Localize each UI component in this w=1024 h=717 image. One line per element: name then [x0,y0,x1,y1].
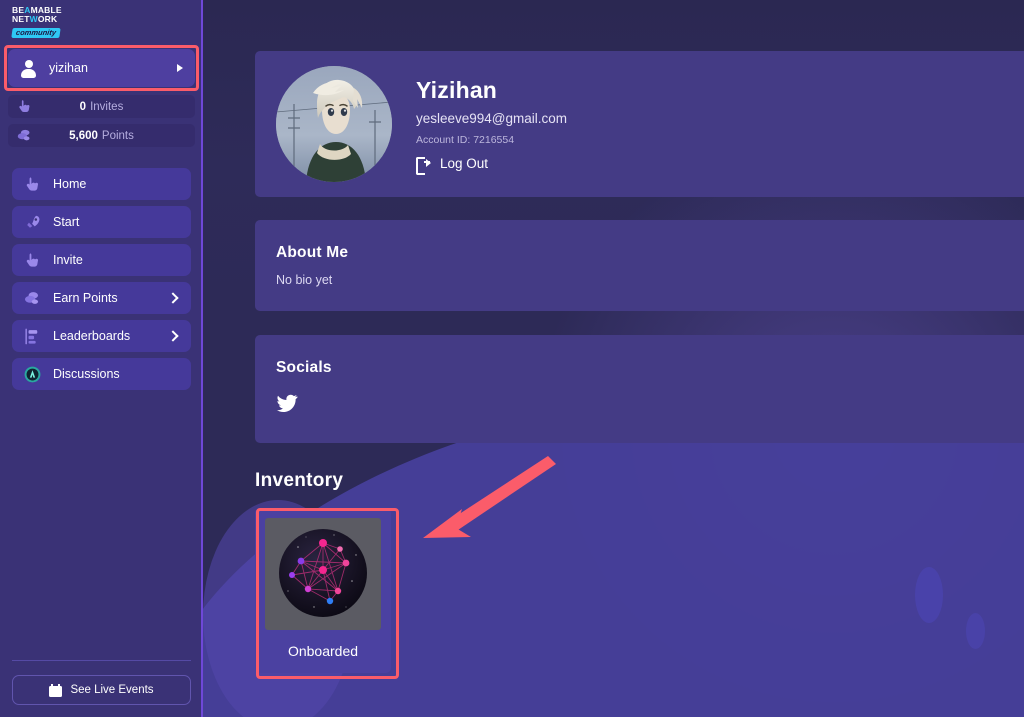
sidebar-item-label: Start [53,215,80,229]
inventory-section: Inventory Onboarded [203,470,1024,679]
stat-points[interactable]: 5,600 Points [8,124,195,147]
sidebar-user-row-wrapper: yizihan [4,45,199,91]
inventory-grid: Onboarded [255,508,1024,679]
sidebar-user-name: yizihan [49,61,88,75]
stat-invites-value: 0 [79,100,87,113]
logo-line-2: NETWORK [12,13,58,24]
sidebar-stats: 0 Invites 5,600 Points [8,95,195,147]
sidebar-item-start[interactable]: Start [12,206,191,238]
podium-icon [23,327,42,346]
profile-card: Yizihan yesleeve994@gmail.com Account ID… [255,51,1024,197]
main-content: Yizihan yesleeve994@gmail.com Account ID… [203,0,1024,717]
brand-logo[interactable]: BEAMABLE NETWORK community [0,0,203,44]
app-root: BEAMABLE NETWORK community yizihan 0 Inv… [0,0,1024,717]
logout-icon [416,156,431,175]
profile-email: yesleeve994@gmail.com [416,111,568,126]
sidebar-item-label: Leaderboards [53,329,131,343]
see-live-events-label: See Live Events [70,684,154,696]
avatar-illustration [276,66,392,182]
about-me-title: About Me [276,244,349,261]
logout-label: Log Out [440,156,489,171]
sidebar: BEAMABLE NETWORK community yizihan 0 Inv… [0,0,203,717]
stat-points-label: Points [101,129,134,142]
socials-title: Socials [276,359,332,376]
chevron-right-icon [167,292,179,304]
sidebar-user-row[interactable]: yizihan [8,49,195,87]
stat-invites[interactable]: 0 Invites [8,95,195,118]
sidebar-item-earn-points[interactable]: Earn Points [12,282,191,314]
hand-point-icon [23,175,42,194]
calendar-icon [49,683,63,697]
sidebar-footer: See Live Events [0,660,203,717]
stat-invites-label: Invites [90,100,124,113]
hand-point-icon [16,98,33,115]
see-live-events-button[interactable]: See Live Events [12,675,191,705]
hand-point-icon [23,251,42,270]
coins-icon [16,127,33,144]
about-me-body: No bio yet [276,273,333,287]
socials-row [276,394,1024,413]
discussions-badge-icon [23,365,42,384]
sidebar-item-invite[interactable]: Invite [12,244,191,276]
sidebar-item-label: Earn Points [53,291,118,305]
chevron-right-icon [167,330,179,342]
sidebar-item-label: Home [53,177,87,191]
profile-account-id: Account ID: 7216554 [416,134,515,146]
sidebar-item-discussions[interactable]: Discussions [12,358,191,390]
logout-button[interactable]: Log Out [416,156,489,175]
content-column: Yizihan yesleeve994@gmail.com Account ID… [203,51,1024,679]
sidebar-item-leaderboards[interactable]: Leaderboards [12,320,191,352]
inventory-item-name: Onboarded [287,643,359,659]
network-constellation-badge [279,529,367,617]
caret-right-icon [177,64,183,72]
profile-name: Yizihan [416,77,498,103]
user-icon [20,59,37,78]
avatar[interactable] [276,66,392,182]
sidebar-item-home[interactable]: Home [12,168,191,200]
profile-info: Yizihan yesleeve994@gmail.com Account ID… [416,77,568,175]
twitter-icon[interactable] [276,394,298,413]
logo-community-badge: community [11,28,61,38]
stat-points-value: 5,600 [69,129,98,142]
inventory-item-onboarded[interactable]: Onboarded [255,508,399,679]
about-me-card: About Me No bio yet [255,220,1024,311]
inventory-item-thumbnail [265,518,381,630]
socials-card: Socials [255,335,1024,443]
rocket-icon [23,213,42,232]
coins-icon [23,289,42,308]
sidebar-nav: Home Start Invite Earn Points Leaderboar… [12,168,191,390]
sidebar-item-label: Discussions [53,367,120,381]
inventory-title: Inventory [255,470,344,491]
sidebar-divider [12,660,191,661]
sidebar-item-label: Invite [53,253,83,267]
